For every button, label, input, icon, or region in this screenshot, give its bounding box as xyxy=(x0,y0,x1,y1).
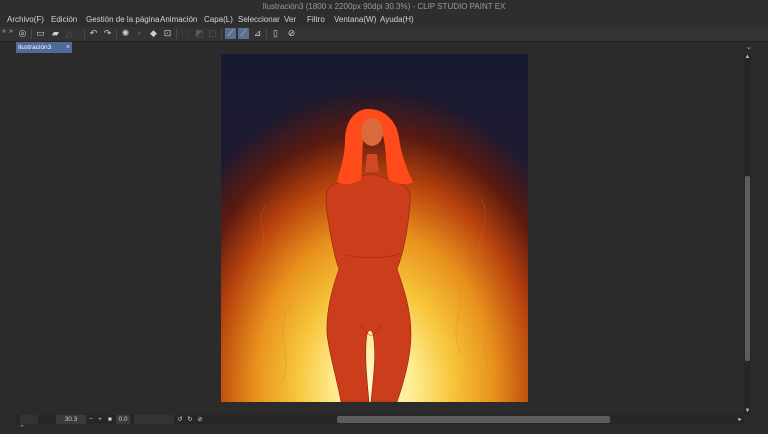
transform-icon[interactable]: ⊡ xyxy=(162,28,173,39)
logo-icon[interactable]: ◎ xyxy=(17,28,28,39)
document-tab-bar: Ilustración3 × ⌄ xyxy=(0,42,768,53)
document-tab[interactable]: Ilustración3 × xyxy=(16,42,72,53)
open-file-icon[interactable]: ▰ xyxy=(50,28,61,39)
loading-icon[interactable]: ✺ xyxy=(120,28,131,39)
vertical-scroll-thumb[interactable] xyxy=(745,176,750,361)
separator xyxy=(266,29,267,39)
zoom-out-button[interactable]: − xyxy=(87,415,95,424)
show-selection-icon[interactable]: ▢ xyxy=(207,28,218,39)
figure-face xyxy=(361,118,383,146)
menu-capa[interactable]: Capa(L) xyxy=(204,13,233,27)
window-title: Ilustración3 (1800 x 2200px 90dpi 30.3%)… xyxy=(0,0,768,13)
rotate-left-icon[interactable]: ↺ xyxy=(176,415,184,424)
figure-body xyxy=(325,173,412,402)
document-tab-label: Ilustración3 xyxy=(18,44,52,51)
horizontal-scroll-thumb[interactable] xyxy=(337,416,610,423)
reset-rotation-icon[interactable]: ⊘ xyxy=(196,415,204,424)
separator xyxy=(221,29,222,39)
separator xyxy=(31,29,32,39)
zoom-slider[interactable] xyxy=(20,415,38,424)
scroll-down-icon[interactable]: ▼ xyxy=(744,408,751,415)
menu-seleccionar[interactable]: Seleccionar xyxy=(238,13,280,27)
canvas-artwork[interactable] xyxy=(221,54,528,402)
zoom-in-button[interactable]: + xyxy=(96,415,104,424)
snap-ruler-icon[interactable]: ⟋ xyxy=(225,28,236,39)
bottom-strip: ⌃ xyxy=(0,424,768,434)
close-tab-icon[interactable]: × xyxy=(66,42,70,53)
menu-filtro[interactable]: Filtro xyxy=(307,13,325,27)
menu-ventana[interactable]: Ventana(W) xyxy=(334,13,376,27)
new-file-icon[interactable]: ▭ xyxy=(35,28,46,39)
snap-grid-icon[interactable]: ⊿ xyxy=(252,28,263,39)
vertical-scrollbar[interactable]: ▲ ▼ xyxy=(744,54,751,415)
smartphone-icon[interactable]: ▯ xyxy=(270,28,281,39)
zoom-value[interactable]: 30.3 xyxy=(56,415,86,424)
menu-animacion[interactable]: Animación xyxy=(160,13,197,27)
fit-screen-icon[interactable]: ■ xyxy=(106,415,114,424)
command-bar: « » ◎ ▭ ▰ △ ↶ ↷ ✺ ▪ ◆ ⊡ ⬚ ◩ ▢ ⟋ ⟋ ⊿ ▯ ⊘ xyxy=(0,27,768,42)
scroll-right-icon[interactable]: ▸ xyxy=(736,415,744,424)
collapse-right-icon[interactable]: » xyxy=(9,28,13,35)
separator xyxy=(116,29,117,39)
separator xyxy=(84,29,85,39)
chevron-down-icon[interactable]: ⌄ xyxy=(746,43,752,51)
menu-edicion[interactable]: Edición xyxy=(51,13,77,27)
redo-icon[interactable]: ↷ xyxy=(102,28,113,39)
snap-special-ruler-icon[interactable]: ⟋ xyxy=(238,28,249,39)
menu-gestion-pagina[interactable]: Gestión de la página xyxy=(86,13,159,27)
expand-icon[interactable]: ⌃ xyxy=(19,424,25,432)
menu-ver[interactable]: Ver xyxy=(284,13,296,27)
collapse-left-icon[interactable]: « xyxy=(2,28,6,35)
menu-bar: Archivo(F) Edición Gestión de la página … xyxy=(0,13,768,27)
clear-icon[interactable]: ▪ xyxy=(134,28,145,39)
rotate-right-icon[interactable]: ↻ xyxy=(186,415,194,424)
rotation-slider[interactable] xyxy=(134,415,174,424)
deselect-icon[interactable]: ⬚ xyxy=(180,28,191,39)
illustration xyxy=(240,108,495,402)
companion-icon[interactable]: ⊘ xyxy=(286,28,297,39)
menu-archivo[interactable]: Archivo(F) xyxy=(7,13,44,27)
separator xyxy=(176,29,177,39)
fill-icon[interactable]: ◆ xyxy=(148,28,159,39)
navigator-status-bar: 30.3 − + ■ 0.0 ↺ ↻ ⊘ ▸ xyxy=(16,415,744,424)
undo-icon[interactable]: ↶ xyxy=(88,28,99,39)
scroll-up-icon[interactable]: ▲ xyxy=(744,54,751,61)
invert-selection-icon[interactable]: ◩ xyxy=(194,28,205,39)
menu-ayuda[interactable]: Ayuda(H) xyxy=(380,13,414,27)
rotation-value[interactable]: 0.0 xyxy=(116,415,130,424)
save-icon[interactable]: △ xyxy=(64,28,75,39)
